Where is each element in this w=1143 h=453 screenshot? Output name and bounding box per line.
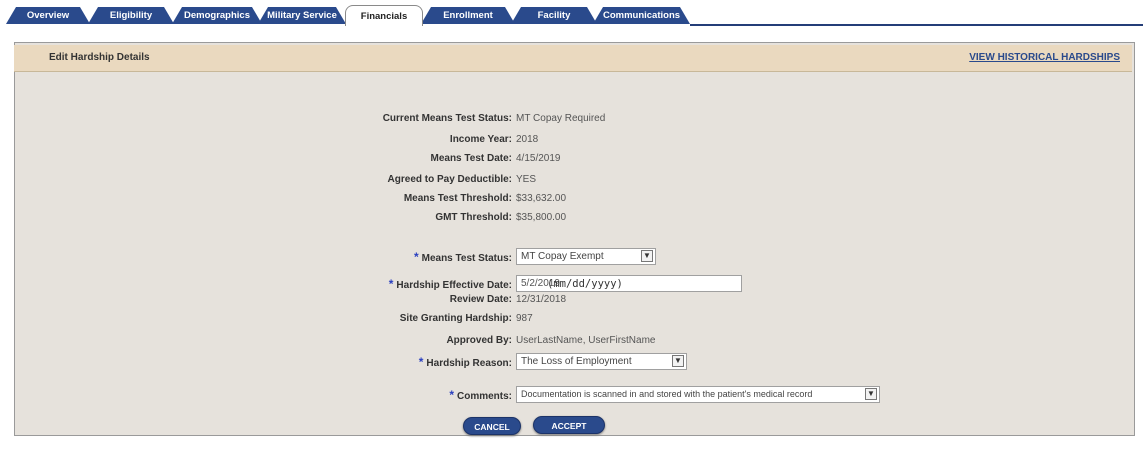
review-date-value: 12/31/2018	[516, 294, 567, 305]
hardship-reason-select[interactable]: The Loss of Employment ▼	[516, 353, 687, 370]
tab-overview[interactable]: Overview	[6, 7, 90, 24]
tab-eligibility[interactable]: Eligibility	[88, 7, 174, 24]
tab-facility[interactable]: Facility	[511, 7, 597, 24]
income-year-label: Income Year:	[449, 134, 512, 145]
means-test-status-select[interactable]: MT Copay Exempt ▼	[516, 248, 656, 265]
tab-enrollment[interactable]: Enrollment	[421, 7, 515, 24]
gmt-threshold-value: $35,800.00	[516, 212, 567, 223]
panel-header: Edit Hardship Details VIEW HISTORICAL HA…	[14, 45, 1132, 72]
accept-changes-button[interactable]: ACCEPT CHANGES	[533, 416, 605, 449]
approved-by-value: UserLastName, UserFirstName	[516, 335, 656, 346]
comments-label: * Comments:	[449, 388, 512, 402]
means-test-date-value: 4/15/2019	[516, 153, 561, 164]
income-year-value: 2018	[516, 134, 539, 145]
approved-by-label: Approved By:	[446, 335, 512, 346]
required-marker: *	[388, 277, 394, 291]
hardship-reason-label: * Hardship Reason:	[418, 355, 512, 369]
means-threshold-value: $33,632.00	[516, 193, 567, 204]
tab-baseline	[690, 24, 1143, 26]
panel-title: Edit Hardship Details	[49, 52, 150, 63]
cancel-button[interactable]: CANCEL	[463, 417, 521, 435]
view-historical-hardships-link[interactable]: VIEW HISTORICAL HARDSHIPS	[969, 52, 1120, 63]
means-test-status-label: * Means Test Status:	[413, 250, 512, 264]
tab-communications[interactable]: Communications	[593, 7, 690, 24]
hardship-panel	[14, 42, 1135, 436]
tab-bar: Overview Eligibility Demographics Milita…	[0, 0, 1143, 30]
site-granting-label: Site Granting Hardship:	[399, 313, 512, 324]
required-marker: *	[449, 388, 454, 402]
chevron-down-icon: ▼	[865, 388, 877, 400]
means-test-date-label: Means Test Date:	[430, 153, 512, 164]
hardship-reason-value: The Loss of Employment	[521, 356, 632, 367]
site-granting-value: 987	[516, 313, 533, 324]
hardship-effective-date-label: * Hardship Effective Date:	[388, 277, 512, 291]
tab-demographics[interactable]: Demographics	[172, 7, 262, 24]
comments-value: Documentation is scanned in and stored w…	[521, 389, 813, 399]
agreed-deductible-value: YES	[516, 174, 537, 185]
gmt-threshold-label: GMT Threshold:	[435, 212, 512, 223]
chevron-down-icon: ▼	[641, 250, 653, 262]
required-marker: *	[418, 355, 424, 369]
tab-military-service[interactable]: Military Service	[258, 7, 346, 24]
comments-select[interactable]: Documentation is scanned in and stored w…	[516, 386, 880, 403]
date-format-hint: (mm/dd/yyyy)	[547, 278, 623, 290]
tab-financials[interactable]: Financials	[345, 5, 423, 26]
chevron-down-icon: ▼	[672, 355, 684, 367]
review-date-label: Review Date:	[449, 294, 512, 305]
current-status-value: MT Copay Required	[516, 113, 606, 124]
means-threshold-label: Means Test Threshold:	[403, 193, 512, 204]
required-marker: *	[413, 250, 419, 264]
agreed-deductible-label: Agreed to Pay Deductible:	[387, 174, 512, 185]
means-test-status-value: MT Copay Exempt	[521, 251, 604, 262]
current-status-label: Current Means Test Status:	[382, 113, 512, 124]
